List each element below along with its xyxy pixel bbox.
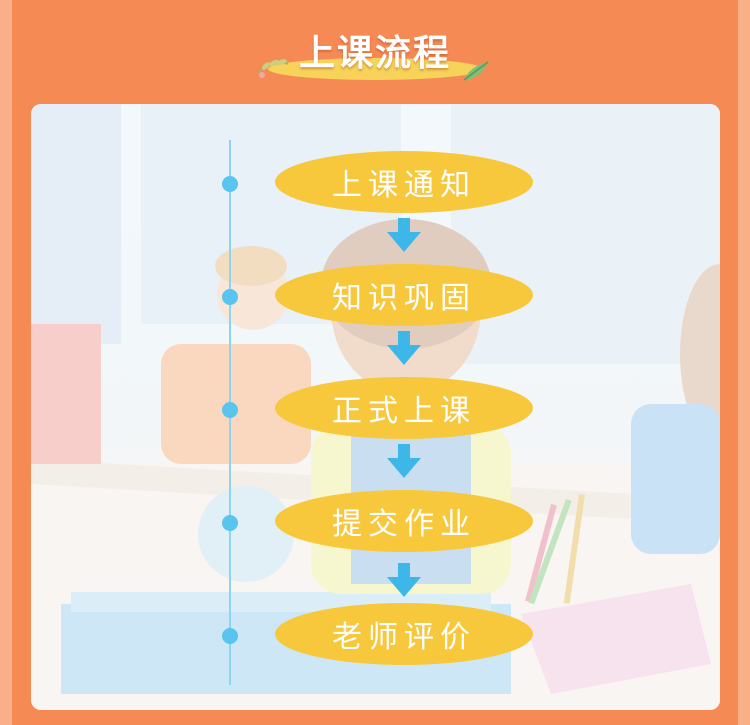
step-submit-homework: 提交作业: [275, 490, 533, 552]
timeline-dot: [222, 176, 238, 192]
leaf-decoration-right-icon: [463, 61, 489, 81]
arrow-down-icon: [387, 563, 421, 597]
arrow-down-icon: [387, 218, 421, 252]
step-class-notice: 上课通知: [275, 151, 533, 213]
timeline-dot: [222, 289, 238, 305]
page-title: 上课流程: [298, 33, 451, 74]
arrow-down-icon: [387, 444, 421, 478]
header: 上课流程: [0, 18, 750, 81]
timeline-dot: [222, 402, 238, 418]
left-border-stripe: [0, 0, 12, 725]
timeline-dot: [222, 628, 238, 644]
step-formal-class: 正式上课: [275, 377, 533, 439]
step-teacher-review: 老师评价: [275, 603, 533, 665]
timeline-dot: [222, 515, 238, 531]
step-knowledge-review: 知识巩固: [275, 264, 533, 326]
right-border-stripe: [738, 0, 750, 725]
arrow-down-icon: [387, 331, 421, 365]
